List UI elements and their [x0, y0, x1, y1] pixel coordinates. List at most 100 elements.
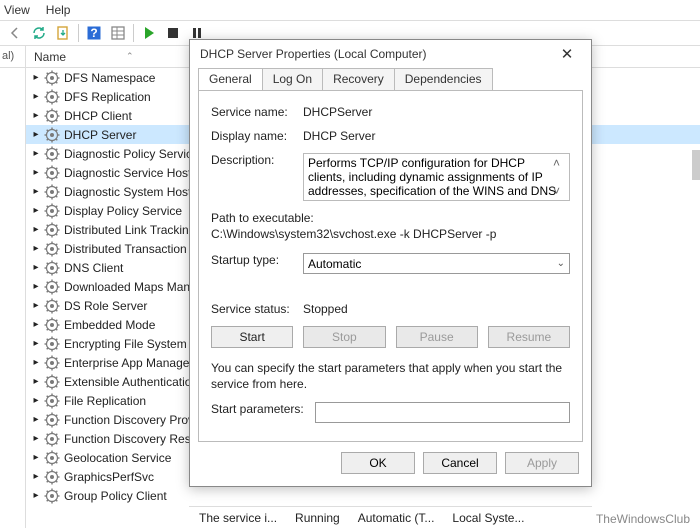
status-cell: The service i... — [199, 511, 277, 525]
label-description: Description: — [211, 153, 303, 201]
label-service-status: Service status: — [211, 302, 303, 316]
service-name: Group Policy Client — [64, 489, 167, 503]
service-name: Geolocation Service — [64, 451, 171, 465]
tree-expand-icon[interactable]: ▸ — [30, 281, 42, 293]
tree-expand-icon[interactable]: ▸ — [30, 471, 42, 483]
chevron-down-icon: ⌄ — [557, 258, 565, 269]
svg-text:?: ? — [90, 26, 97, 40]
gear-icon — [44, 89, 60, 105]
label-start-parameters: Start parameters: — [211, 402, 315, 423]
tree-expand-icon[interactable]: ▸ — [30, 300, 42, 312]
service-name: Distributed Transaction Co — [64, 242, 205, 256]
refresh-arrows-icon[interactable] — [28, 22, 50, 44]
gear-icon — [44, 450, 60, 466]
label-display-name: Display name: — [211, 129, 303, 143]
tree-expand-icon[interactable]: ▸ — [30, 167, 42, 179]
gear-icon — [44, 279, 60, 295]
start-button[interactable]: Start — [211, 326, 293, 348]
resume-button: Resume — [488, 326, 570, 348]
tree-expand-icon[interactable]: ▸ — [30, 224, 42, 236]
tree-expand-icon[interactable]: ▸ — [30, 414, 42, 426]
service-name: Downloaded Maps Manag — [64, 280, 203, 294]
service-name: DHCP Client — [64, 109, 132, 123]
tree-expand-icon[interactable]: ▸ — [30, 148, 42, 160]
export-icon[interactable] — [52, 22, 74, 44]
service-name: Enterprise App Manageme — [64, 356, 206, 370]
service-name: Display Policy Service — [64, 204, 182, 218]
service-name: GraphicsPerfSvc — [64, 470, 154, 484]
service-name: Diagnostic System Host — [64, 185, 191, 199]
back-icon[interactable] — [4, 22, 26, 44]
description-box[interactable]: Performs TCP/IP configuration for DHCP c… — [303, 153, 570, 201]
tree-expand-icon[interactable]: ▸ — [30, 243, 42, 255]
gear-icon — [44, 298, 60, 314]
ok-button[interactable]: OK — [341, 452, 415, 474]
value-service-status: Stopped — [303, 302, 570, 316]
gear-icon — [44, 488, 60, 504]
service-name: DFS Replication — [64, 90, 151, 104]
tree-expand-icon[interactable]: ▸ — [30, 72, 42, 84]
menu-bar: View Help — [0, 0, 700, 20]
tree-expand-icon[interactable]: ▸ — [30, 91, 42, 103]
tree-expand-icon[interactable]: ▸ — [30, 395, 42, 407]
gear-icon — [44, 374, 60, 390]
scroll-down-icon[interactable]: ˅ — [553, 184, 567, 198]
help-icon[interactable]: ? — [83, 22, 105, 44]
service-name: File Replication — [64, 394, 146, 408]
tree-expand-icon[interactable]: ▸ — [30, 129, 42, 141]
tree-expand-icon[interactable]: ▸ — [30, 262, 42, 274]
gear-icon — [44, 336, 60, 352]
play-icon[interactable] — [138, 22, 160, 44]
status-cell: Automatic (T... — [358, 511, 435, 525]
service-name: Distributed Link Tracking C — [64, 223, 207, 237]
apply-button: Apply — [505, 452, 579, 474]
tree-expand-icon[interactable]: ▸ — [30, 452, 42, 464]
tree-expand-icon[interactable]: ▸ — [30, 490, 42, 502]
gear-icon — [44, 355, 60, 371]
dialog-title: DHCP Server Properties (Local Computer) — [200, 47, 427, 61]
gear-icon — [44, 222, 60, 238]
gear-icon — [44, 317, 60, 333]
tab-dependencies[interactable]: Dependencies — [394, 68, 493, 90]
start-parameters-input[interactable] — [315, 402, 570, 423]
status-cell: Running — [295, 511, 340, 525]
gear-icon — [44, 108, 60, 124]
tree-expand-icon[interactable]: ▸ — [30, 357, 42, 369]
tree-expand-icon[interactable]: ▸ — [30, 338, 42, 350]
menu-help[interactable]: Help — [46, 3, 71, 17]
service-name: DHCP Server — [64, 128, 136, 142]
tree-expand-icon[interactable]: ▸ — [30, 110, 42, 122]
stop-button: Stop — [303, 326, 385, 348]
service-name: Diagnostic Policy Service — [64, 147, 199, 161]
value-display-name: DHCP Server — [303, 129, 570, 143]
service-name: Encrypting File System (EF — [64, 337, 209, 351]
gear-icon — [44, 146, 60, 162]
status-cell: Local Syste... — [452, 511, 524, 525]
tree-expand-icon[interactable]: ▸ — [30, 376, 42, 388]
tree-expand-icon[interactable]: ▸ — [30, 433, 42, 445]
tree-expand-icon[interactable]: ▸ — [30, 319, 42, 331]
gear-icon — [44, 127, 60, 143]
tab-general[interactable]: General — [198, 68, 263, 90]
cancel-button[interactable]: Cancel — [423, 452, 497, 474]
scrollbar-thumb[interactable] — [692, 150, 700, 180]
tab-logon[interactable]: Log On — [262, 68, 323, 90]
tab-recovery[interactable]: Recovery — [322, 68, 395, 90]
gear-icon — [44, 184, 60, 200]
gear-icon — [44, 412, 60, 428]
label-path: Path to executable: — [211, 211, 570, 225]
close-icon[interactable]: ✕ — [553, 45, 581, 63]
properties-icon[interactable] — [107, 22, 129, 44]
pause-button: Pause — [396, 326, 478, 348]
startup-type-dropdown[interactable]: Automatic ⌄ — [303, 253, 570, 274]
list-item[interactable]: ▸ Group Policy Client — [26, 486, 700, 505]
menu-view[interactable]: View — [4, 3, 30, 17]
service-name: DNS Client — [64, 261, 123, 275]
label-startup-type: Startup type: — [211, 253, 303, 274]
left-pane-header: al) — [0, 46, 25, 68]
tree-expand-icon[interactable]: ▸ — [30, 186, 42, 198]
tree-expand-icon[interactable]: ▸ — [30, 205, 42, 217]
gear-icon — [44, 393, 60, 409]
scroll-up-icon[interactable]: ˄ — [553, 156, 567, 170]
stop-icon[interactable] — [162, 22, 184, 44]
